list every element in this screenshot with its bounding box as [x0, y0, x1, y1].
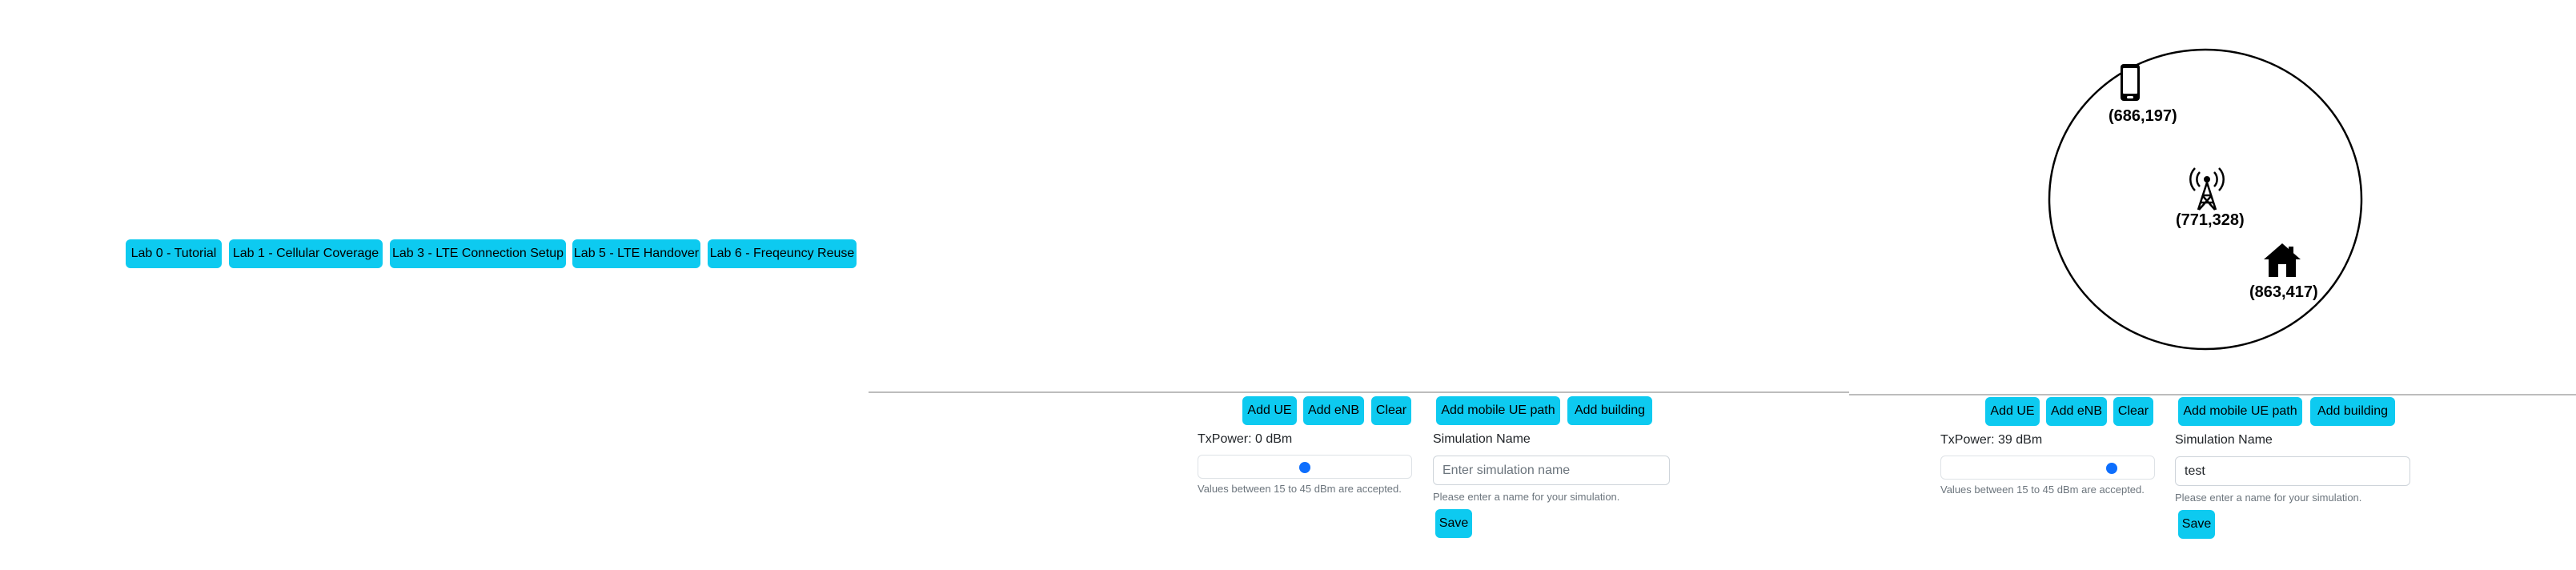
simulation-name-hint: Please enter a name for your simulation. [2175, 492, 2362, 504]
add-ue-button[interactable]: Add UE [1242, 396, 1297, 425]
add-ue-button[interactable]: Add UE [1985, 397, 2040, 426]
slider-thumb[interactable] [1299, 462, 1310, 473]
mobile-phone-icon[interactable] [2119, 62, 2141, 102]
save-button[interactable]: Save [1435, 509, 1472, 538]
lab-5-lte-handover-button[interactable]: Lab 5 - LTE Handover [572, 239, 700, 268]
house-icon[interactable] [2262, 242, 2302, 279]
add-building-button[interactable]: Add building [2310, 397, 2395, 426]
building-coordinate-label: (863,417) [2249, 283, 2318, 301]
txpower-hint: Values between 15 to 45 dBm are accepted… [1198, 483, 1402, 495]
simulation-name-input[interactable] [2175, 456, 2410, 486]
add-mobile-ue-path-button[interactable]: Add mobile UE path [2178, 397, 2302, 426]
lab-1-cellular-coverage-button[interactable]: Lab 1 - Cellular Coverage [229, 239, 383, 268]
lab-0-tutorial-button[interactable]: Lab 0 - Tutorial [126, 239, 222, 268]
lab-6-frequency-reuse-button[interactable]: Lab 6 - Freqeuncy Reuse [708, 239, 857, 268]
clear-button[interactable]: Clear [1371, 396, 1411, 425]
save-button[interactable]: Save [2178, 510, 2215, 539]
txpower-label: TxPower: 0 dBm [1198, 432, 1293, 446]
enb-coordinate-label: (771,328) [2176, 211, 2245, 229]
add-building-button[interactable]: Add building [1567, 396, 1652, 425]
divider [869, 391, 1849, 393]
clear-button[interactable]: Clear [2113, 397, 2153, 426]
simulation-name-label: Simulation Name [2175, 433, 2273, 447]
cell-tower-icon[interactable] [2187, 167, 2227, 211]
txpower-slider[interactable] [1198, 455, 1412, 479]
ue-coordinate-label: (686,197) [2109, 107, 2177, 125]
simulation-name-input[interactable] [1433, 456, 1670, 485]
txpower-hint: Values between 15 to 45 dBm are accepted… [1940, 484, 2145, 496]
txpower-label: TxPower: 39 dBm [1940, 433, 2043, 447]
divider [1849, 394, 2576, 395]
simulation-name-label: Simulation Name [1433, 432, 1531, 446]
slider-thumb[interactable] [2105, 463, 2117, 474]
txpower-slider[interactable] [1940, 456, 2155, 480]
simulation-name-hint: Please enter a name for your simulation. [1433, 491, 1620, 503]
lab-3-lte-connection-setup-button[interactable]: Lab 3 - LTE Connection Setup [390, 239, 566, 268]
add-mobile-ue-path-button[interactable]: Add mobile UE path [1436, 396, 1560, 425]
add-enb-button[interactable]: Add eNB [2046, 397, 2107, 426]
add-enb-button[interactable]: Add eNB [1303, 396, 1364, 425]
